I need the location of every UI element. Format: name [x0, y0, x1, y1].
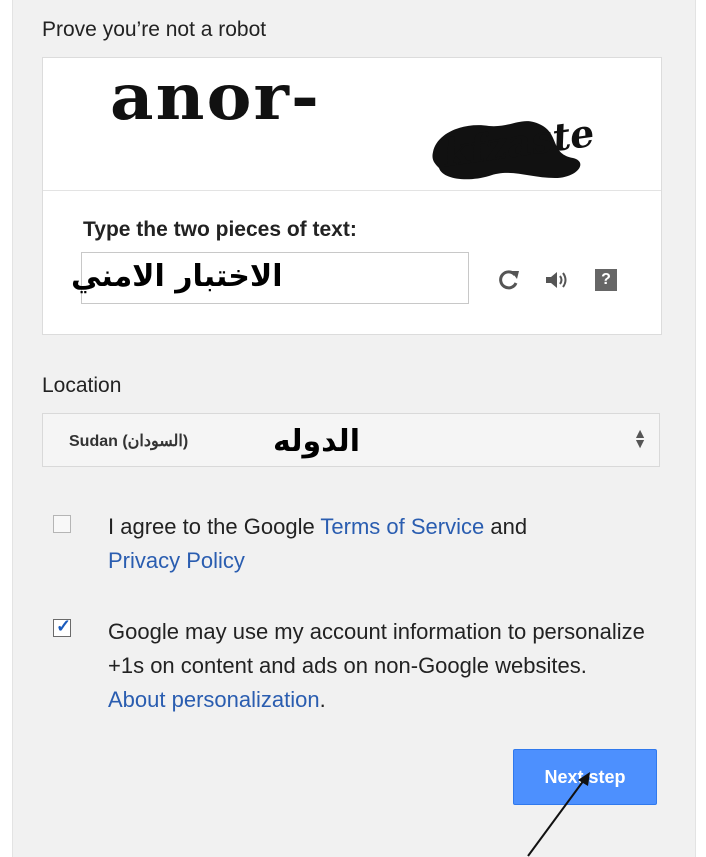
personalization-description: Google may use my account information to…	[108, 619, 645, 678]
location-annotation: الدوله	[273, 424, 360, 459]
location-label: Location	[42, 374, 122, 397]
captcha-tools: ?	[493, 264, 643, 298]
refresh-icon[interactable]	[493, 264, 523, 296]
captcha-box: anor- kfzaste Type the two pieces of tex…	[42, 57, 662, 335]
terms-text: I agree to the Google Terms of Service a…	[108, 510, 628, 578]
personalization-checkbox[interactable]: ✓	[53, 616, 72, 637]
captcha-heading: Prove you’re not a robot	[42, 18, 267, 41]
checkmark-icon: ✓	[56, 616, 72, 636]
location-select[interactable]: Sudan (السودان) الدوله ▲ ▼	[42, 413, 660, 467]
captcha-image: anor- kfzaste	[43, 58, 661, 191]
about-personalization-link[interactable]: About personalization	[108, 687, 320, 712]
captcha-word-1: anor-	[109, 60, 321, 135]
help-icon[interactable]: ?	[591, 264, 621, 296]
privacy-policy-link[interactable]: Privacy Policy	[108, 548, 245, 573]
terms-text-before: I agree to the Google	[108, 514, 321, 539]
terms-text-mid: and	[484, 514, 528, 539]
select-arrows-icon: ▲ ▼	[633, 425, 647, 451]
terms-of-service-link[interactable]: Terms of Service	[320, 514, 484, 539]
captcha-instruction: Type the two pieces of text:	[83, 218, 357, 241]
captcha-input-value: الاختبار الامني	[71, 259, 283, 294]
audio-icon[interactable]	[541, 264, 571, 296]
location-selected-value: Sudan (السودان)	[69, 433, 189, 450]
terms-checkbox[interactable]	[53, 515, 71, 533]
next-step-button[interactable]: Next step	[513, 749, 657, 805]
personalization-text-end: .	[319, 687, 326, 712]
personalization-text: Google may use my account information to…	[108, 615, 648, 717]
